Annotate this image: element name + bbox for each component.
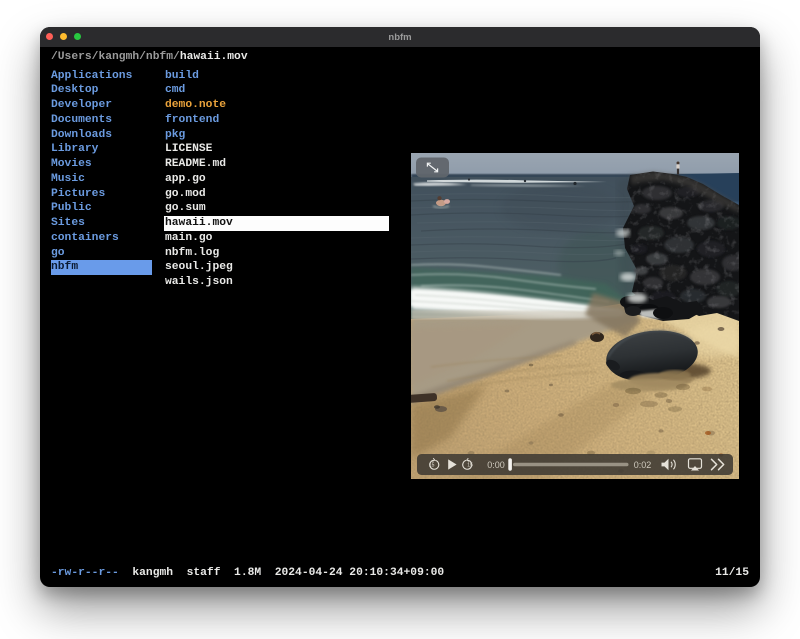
svg-text:15: 15 xyxy=(468,462,474,468)
svg-text:0:02: 0:02 xyxy=(634,459,652,469)
svg-text:15: 15 xyxy=(429,462,435,468)
svg-text:0:00: 0:00 xyxy=(488,459,506,469)
